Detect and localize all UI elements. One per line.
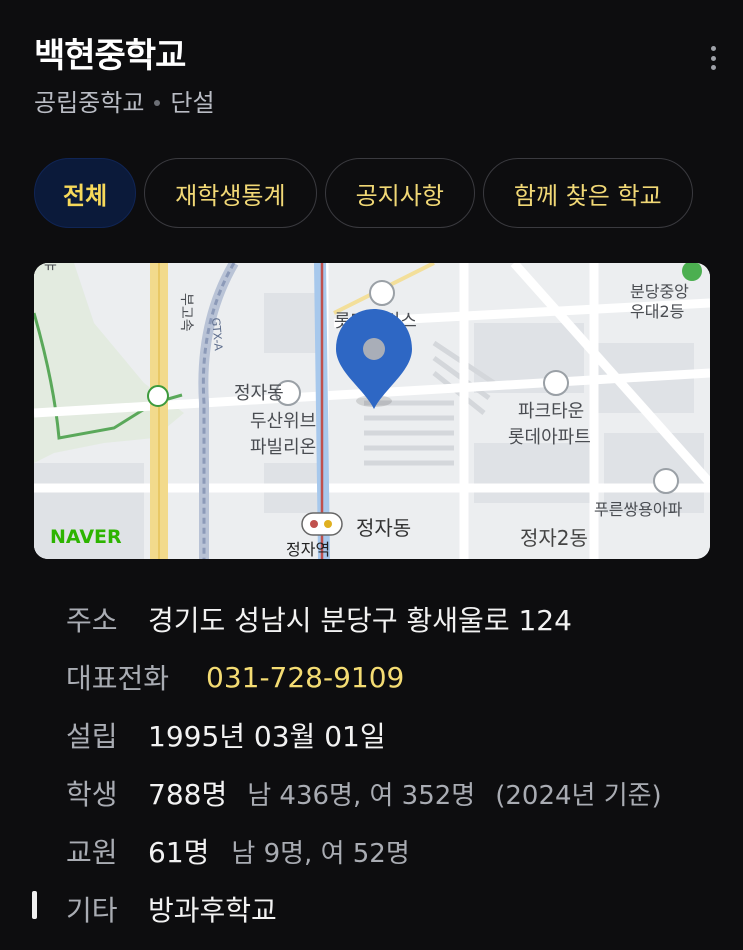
tab-all[interactable]: 전체 (34, 158, 137, 228)
students-total: 788명 (148, 778, 228, 811)
teachers-detail: 남 9명, 여 52명 (231, 838, 410, 869)
tab-related-schools[interactable]: 함께 찾은 학교 (482, 158, 693, 228)
students-basis: (2024년 기준) (495, 780, 662, 811)
school-header: 백현중학교 공립중학교 단설 (34, 34, 723, 120)
info-row-founded: 설립 1995년 03월 01일 (66, 706, 723, 764)
school-info: 주소 경기도 성남시 분당구 황새울로 124 대표전화 031-728-910… (66, 590, 723, 938)
tab-student-stats[interactable]: 재학생통계 (144, 158, 317, 228)
phone-link[interactable]: 031-728-9109 (206, 661, 404, 694)
map-label-doosan: 두산위브 (250, 411, 316, 432)
map-label-woodae: 우대2등 (630, 302, 684, 321)
map-label-jeongja2: 정자2동 (520, 526, 588, 550)
address-label: 주소 (66, 604, 118, 637)
map-label-jeongja-dong: 정자동 (356, 516, 411, 540)
address-value[interactable]: 경기도 성남시 분당구 황새울로 124 (148, 599, 572, 639)
text-cursor-bar (32, 891, 37, 919)
separator-dot (154, 100, 161, 106)
teachers-total: 61명 (148, 836, 210, 869)
teachers-label: 교원 (66, 836, 118, 869)
more-options-icon[interactable] (711, 46, 717, 70)
founded-value: 1995년 03월 01일 (148, 720, 386, 753)
phone-label: 대표전화 (66, 662, 170, 695)
map-label-park: 퓨 (44, 263, 57, 273)
tab-bar: 전체 재학생통계 공지사항 함께 찾은 학교 (34, 158, 743, 232)
info-row-teachers: 교원 61명 남 9명, 여 52명 (66, 822, 723, 880)
etc-value: 방과후학교 (148, 894, 277, 927)
school-subtitle: 공립중학교 단설 (34, 86, 723, 120)
school-type: 공립중학교 (34, 89, 145, 117)
students-detail: 남 436명, 여 352명 (247, 780, 476, 811)
map-label-jeongja-top: 정자동 (234, 383, 284, 404)
etc-label: 기타 (66, 894, 118, 927)
map-label-pavilion: 파빌리온 (250, 437, 316, 458)
school-status: 단설 (170, 89, 215, 117)
map-label-pureun: 푸른쌍용아파 (594, 500, 683, 519)
students-label: 학생 (66, 778, 118, 811)
map-label-jeongja-station: 정자역 (286, 540, 330, 559)
info-row-address: 주소 경기도 성남시 분당구 황새울로 124 (66, 590, 723, 648)
map-label-lotte-apt: 롯데아파트 (508, 427, 591, 448)
info-row-students: 학생 788명 남 436명, 여 352명 (2024년 기준) (66, 764, 723, 822)
map-label-parktown: 파크타운 (518, 401, 584, 422)
info-row-etc: 기타 방과후학교 (66, 880, 723, 938)
school-name: 백현중학교 (34, 36, 186, 76)
tab-notices[interactable]: 공지사항 (324, 158, 475, 228)
founded-label: 설립 (66, 720, 118, 753)
info-row-phone: 대표전화 031-728-9109 (66, 648, 723, 706)
naver-logo: NAVER (50, 526, 122, 548)
map-label-hwy: 부고속 (178, 293, 194, 332)
location-map[interactable]: 부고속 GTX-A 퓨 정자동 두산위브 파빌리온 롯데팰리스 파크타운 롯데아… (34, 263, 710, 559)
map-label-bundang: 분당중앙 (630, 282, 689, 301)
